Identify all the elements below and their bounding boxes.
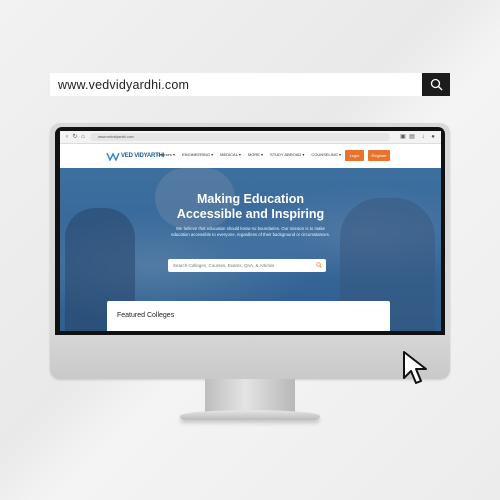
browser-toolbar: ‹ ↻ ⌂ www.vedvidyardhi.com ▣ ▤ ↓ ● [60,131,441,144]
hero-search-placeholder: Search Colleges, Courses, Exams, QnA, & … [173,263,275,268]
featured-colleges-title: Featured Colleges [117,312,175,319]
bookmark-icon[interactable]: ▤ [409,134,415,140]
site-logo[interactable]: VED VIDYARTHI [106,149,164,163]
nav-item-counseling[interactable]: COUNSELING ▾ [311,152,341,157]
browser-url-field[interactable]: www.vedvidyardhi.com [90,133,390,141]
extensions-icon[interactable]: ▣ [400,134,406,140]
nav-item-medical[interactable]: MEDICAL ▾ [220,152,241,157]
home-icon[interactable]: ⌂ [80,134,86,140]
search-button[interactable] [422,73,450,96]
browser-url-text: www.vedvidyardhi.com [98,135,134,139]
address-bar-text: www.vedvidyardhi.com [58,77,190,92]
profile-icon[interactable]: ● [430,134,436,140]
reload-icon[interactable]: ↻ [72,134,78,140]
logo-icon [106,152,120,161]
search-icon[interactable] [316,262,322,268]
nav-item-engineering[interactable]: ENGINEERING ▾ [182,152,213,157]
nav-item-more[interactable]: MORE ▾ [248,152,263,157]
hero-search-input[interactable]: Search Colleges, Courses, Exams, QnA, & … [168,259,326,272]
screen: ‹ ↻ ⌂ www.vedvidyardhi.com ▣ ▤ ↓ ● VED V… [60,131,441,331]
address-bar[interactable]: www.vedvidyardhi.com [50,73,422,96]
nav-item-study-abroad[interactable]: STUDY ABROAD ▾ [270,152,304,157]
main-nav: Courses ▾ ENGINEERING ▾ MEDICAL ▾ MORE ▾… [157,152,341,157]
hero-title-line-1: Making Education [197,192,304,206]
monitor-chin [50,335,450,379]
hero-title-line-2: Accessible and Inspiring [176,207,325,221]
search-icon [430,78,442,91]
back-icon[interactable]: ‹ [64,134,70,140]
mouse-cursor-icon [403,351,427,384]
hero-banner: Making Education Accessible and Inspirin… [60,168,441,331]
register-button[interactable]: Register [368,150,390,161]
monitor-base [180,410,320,420]
site-header: VED VIDYARTHI Courses ▾ ENGINEERING ▾ ME… [60,144,441,169]
login-button[interactable]: Login [345,150,364,161]
hero-subtitle: We believe that education should know no… [171,226,330,237]
download-icon[interactable]: ↓ [420,134,426,140]
featured-colleges-card: Featured Colleges [107,301,390,331]
nav-item-courses[interactable]: Courses ▾ [157,152,175,157]
hero-title: Making Education Accessible and Inspirin… [60,192,441,222]
